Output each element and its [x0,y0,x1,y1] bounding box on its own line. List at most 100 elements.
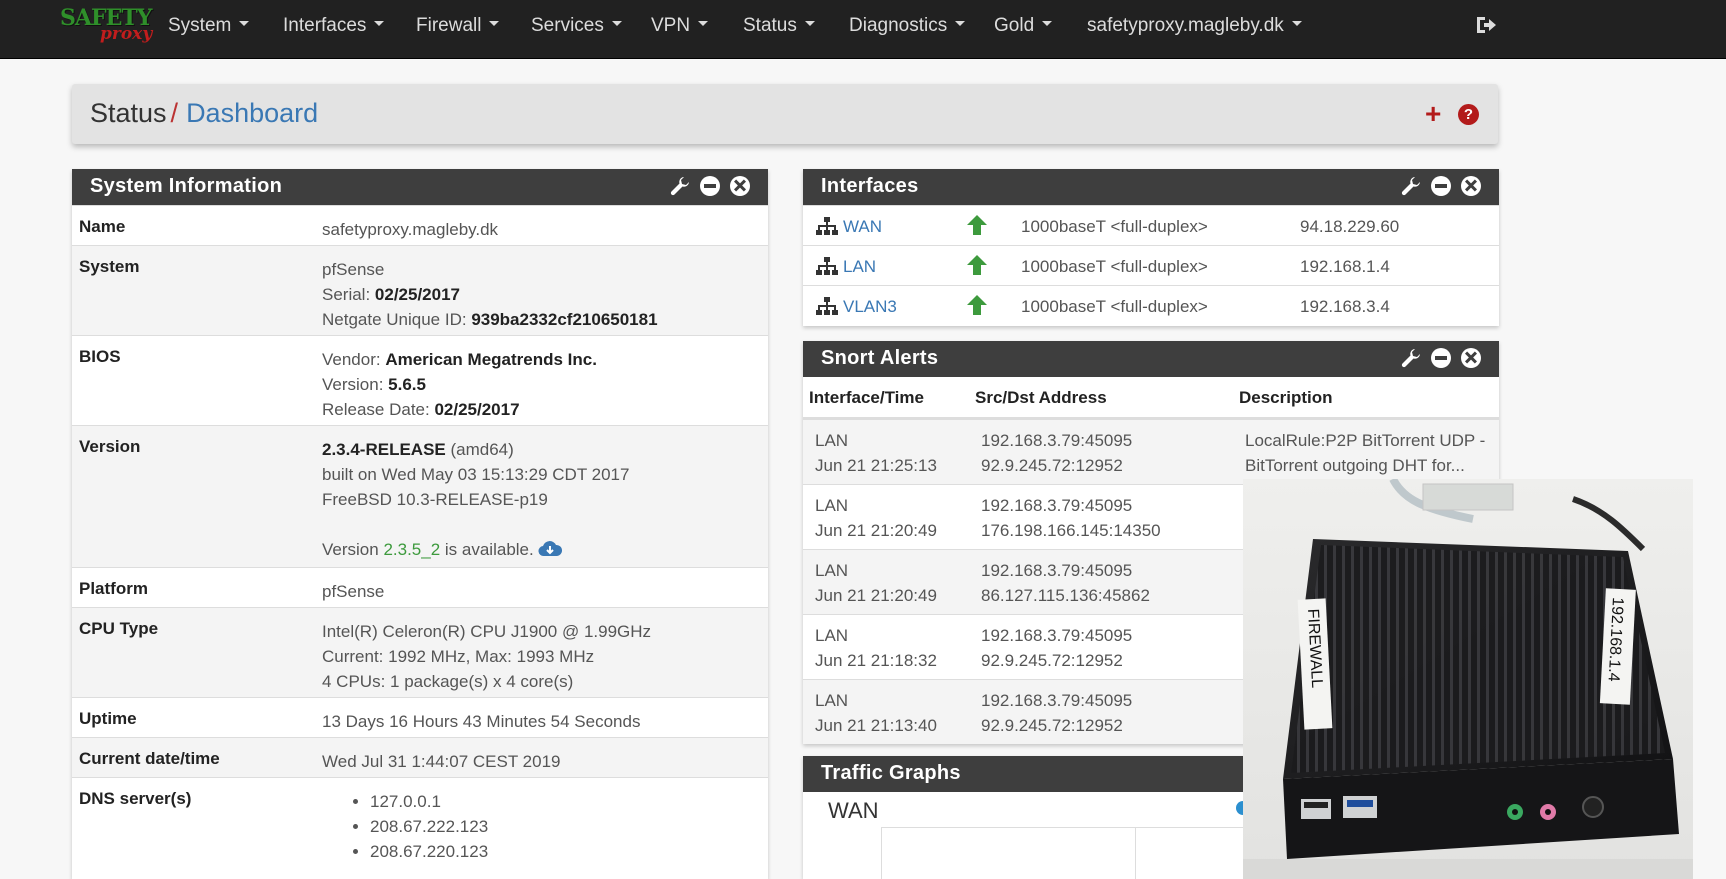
row-value: 2.3.4-RELEASE (amd64) built on Wed May 0… [322,437,629,562]
minimize-icon[interactable] [1431,348,1452,368]
alert-address: 192.168.3.79:45095 86.127.115.136:45862 [981,558,1150,608]
arrow-up-icon [967,255,987,275]
interface-link-lan[interactable]: LAN [843,257,876,277]
graph-gridline [1135,827,1136,879]
interface-link-vlan3[interactable]: VLAN3 [843,297,897,317]
update-version-link[interactable]: 2.3.5_2 [383,540,440,559]
logo-text-bottom: proxy [100,24,153,44]
version-spacer [322,512,629,537]
nav-gold[interactable]: Gold [994,15,1053,37]
panel-heading: System Information [72,169,768,205]
close-icon[interactable] [1461,176,1481,196]
sys-row-system: System pfSense Serial: 02/25/2017 Netgat… [72,245,768,335]
cpu-model: Intel(R) Celeron(R) CPU J1900 @ 1.99GHz [322,622,652,641]
list-item: 208.67.220.123 [370,839,488,864]
alert-src: 192.168.3.79:45095 [981,626,1133,645]
table-row: LAN 1000baseT <full-duplex> 192.168.1.4 [803,245,1499,285]
wrench-icon[interactable] [1401,176,1421,196]
panel-controls [666,176,750,198]
caret-down-icon [804,21,815,27]
panel-title: System Information [90,175,283,197]
sys-row-version: Version 2.3.4-RELEASE (amd64) built on W… [72,425,768,567]
alert-time: Jun 21 21:20:49 [815,586,937,605]
interface-media: 1000baseT <full-duplex> [1021,257,1208,276]
nav-status[interactable]: Status [743,15,815,37]
bios-vendor: Vendor: American Megatrends Inc. [322,347,597,372]
column-header: Description [1239,388,1333,407]
sitemap-icon [816,217,838,235]
nav-firewall[interactable]: Firewall [416,15,500,37]
row-value: pfSense Serial: 02/25/2017 Netgate Uniqu… [322,257,658,332]
version-built: built on Wed May 03 15:13:29 CDT 2017 [322,465,630,484]
arrow-up-icon [967,295,987,315]
alert-desc-line: LocalRule:P2P BitTorrent UDP - [1245,431,1486,450]
breadcrumb-section[interactable]: Status [90,98,167,128]
nav-diagnostics-label: Diagnostics [849,15,948,36]
nav-system[interactable]: System [168,15,250,37]
nav-services-label: Services [531,15,604,36]
alert-src: 192.168.3.79:45095 [981,691,1133,710]
traffic-series-label: WAN [828,798,879,823]
close-icon[interactable] [1461,348,1481,368]
alert-time: Jun 21 21:18:32 [815,651,937,670]
question-circle-icon[interactable]: ? [1458,104,1479,125]
system-netgate-id: Netgate Unique ID: 939ba2332cf210650181 [322,307,658,332]
vendor-value: American Megatrends Inc. [385,350,597,369]
nav-vpn-label: VPN [651,15,691,36]
caret-down-icon [698,21,709,27]
plus-icon[interactable]: + [1425,100,1441,128]
alert-address: 192.168.3.79:45095 92.9.245.72:12952 [981,428,1132,478]
nav-vpn[interactable]: VPN [651,15,709,37]
wrench-icon[interactable] [670,176,690,196]
row-key: Uptime [79,709,137,728]
sys-row-bios: BIOS Vendor: American Megatrends Inc. Ve… [72,335,768,425]
breadcrumb-page[interactable]: Dashboard [186,98,318,128]
row-value: Vendor: American Megatrends Inc. Version… [322,347,597,422]
caret-down-icon [611,21,622,27]
version-release: 2.3.4-RELEASE (amd64) [322,437,629,462]
minimize-icon[interactable] [1431,176,1452,196]
alert-dst: 92.9.245.72:12952 [981,456,1123,475]
version-update-notice: Version 2.3.5_2 is available. [322,537,629,562]
wrench-icon[interactable] [1401,348,1421,368]
nav-services[interactable]: Services [531,15,622,37]
cpu-count: 4 CPUs: 1 package(s) x 4 core(s) [322,672,574,691]
breadcrumb-bar: Status / Dashboard + ? [72,84,1498,144]
alert-interface: LAN [815,691,849,710]
system-serial: Serial: 02/25/2017 [322,282,658,307]
release-name: 2.3.4-RELEASE [322,440,446,459]
safetyproxy-logo[interactable]: SAFETY proxy [60,5,160,53]
interface-link-wan[interactable]: WAN [843,217,882,237]
interface-media: 1000baseT <full-duplex> [1021,217,1208,236]
close-icon[interactable] [730,176,750,196]
release-value: 02/25/2017 [434,400,520,419]
firewall-device-photo: FIREWALL 192.168.1.4 [1243,479,1693,879]
panel-controls [1397,176,1481,198]
sitemap-icon [816,257,838,275]
alert-address: 192.168.3.79:45095 92.9.245.72:12952 [981,688,1132,738]
sign-out-icon[interactable] [1475,14,1497,36]
sys-row-uptime: Uptime 13 Days 16 Hours 43 Minutes 54 Se… [72,697,768,737]
vendor-label: Vendor: [322,350,386,369]
sys-row-platform: Platform pfSense [72,567,768,607]
bios-version: Version: 5.6.5 [322,372,597,397]
system-name: pfSense [322,260,385,279]
nav-hostname[interactable]: safetyproxy.magleby.dk [1087,15,1302,37]
caret-down-icon [489,21,500,27]
version-freebsd: FreeBSD 10.3-RELEASE-p19 [322,490,548,509]
panel-title: Traffic Graphs [821,762,961,784]
avail-prefix: Version [322,540,384,559]
panel-heading: Interfaces [803,169,1499,205]
caret-down-icon [374,21,385,27]
interface-media: 1000baseT <full-duplex> [1021,297,1208,316]
alert-iface-time: LAN Jun 21 21:25:13 [815,428,937,478]
row-value: 13 Days 16 Hours 43 Minutes 54 Seconds [322,712,641,731]
alert-interface: LAN [815,626,849,645]
sitemap-icon [816,297,838,315]
minimize-icon[interactable] [700,176,721,196]
table-row: WAN 1000baseT <full-duplex> 94.18.229.60 [803,205,1499,245]
cloud-download-icon[interactable] [538,540,562,557]
nav-interfaces[interactable]: Interfaces [283,15,385,37]
alert-dst: 176.198.166.145:14350 [981,521,1161,540]
nav-diagnostics[interactable]: Diagnostics [849,15,966,37]
